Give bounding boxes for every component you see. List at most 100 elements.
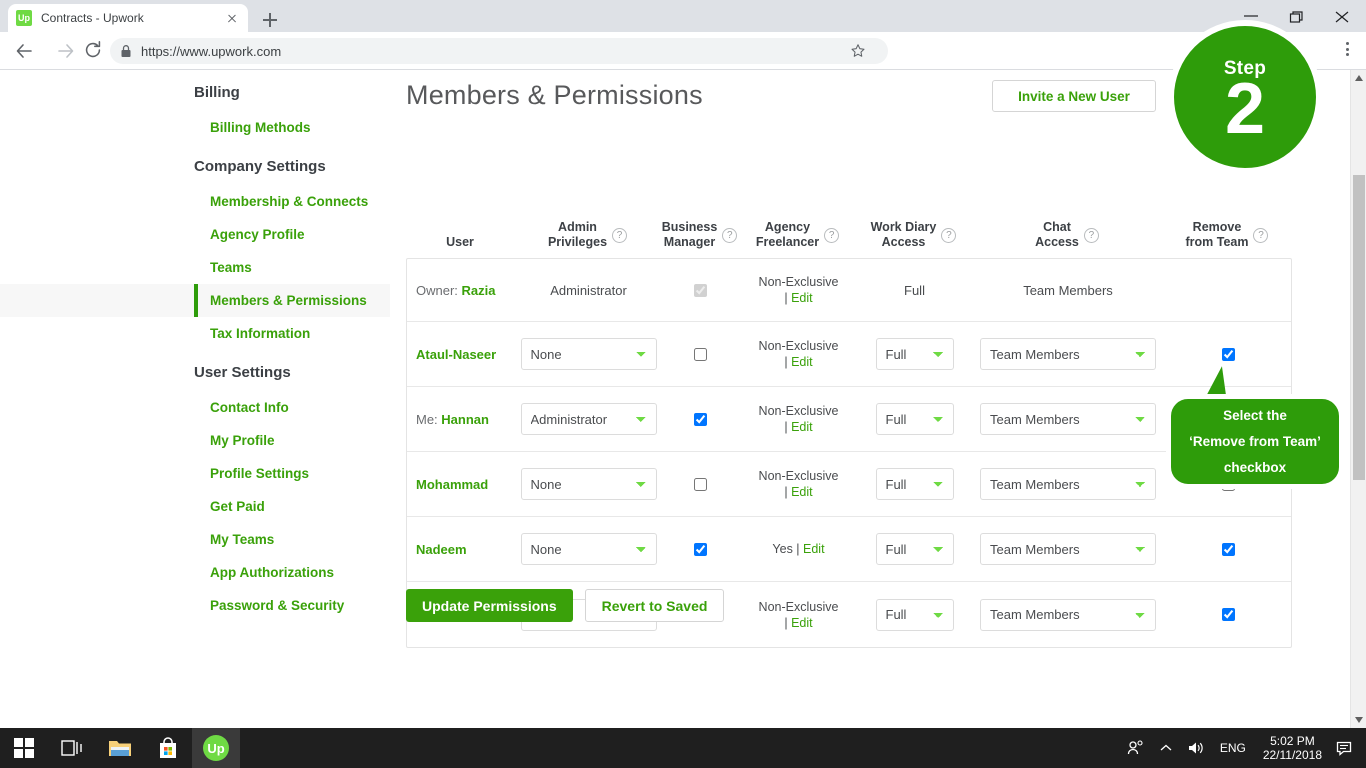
sidebar-heading-company-settings: Company Settings: [0, 144, 390, 185]
microsoft-store-button[interactable]: [144, 728, 192, 768]
chat-access-select[interactable]: Team MembersNone: [980, 533, 1156, 565]
kebab-menu-icon[interactable]: [1338, 42, 1356, 60]
table-row: MohammadNoneAdministratorNon-Exclusive| …: [407, 452, 1291, 517]
url-text: https://www.upwork.com: [141, 44, 281, 59]
admin-privileges-select[interactable]: NoneAdministrator: [521, 338, 657, 370]
column-header-label: AdminPrivileges: [548, 220, 607, 250]
agency-freelancer-value: Non-Exclusive| Edit: [759, 338, 839, 370]
user-cell: Me: Hannan: [407, 412, 515, 427]
admin-privileges-select[interactable]: NoneAdministrator: [521, 533, 657, 565]
close-icon[interactable]: [1320, 0, 1366, 32]
callout-line-3: checkbox: [1189, 455, 1321, 481]
volume-icon[interactable]: [1181, 728, 1211, 768]
sidebar-item-password-security[interactable]: Password & Security: [0, 589, 390, 622]
chat-access-select[interactable]: Team MembersNone: [980, 338, 1156, 370]
sidebar-item-tax-information[interactable]: Tax Information: [0, 317, 390, 350]
business-manager-checkbox[interactable]: [694, 413, 707, 426]
file-explorer-button[interactable]: [96, 728, 144, 768]
sidebar-item-profile-settings[interactable]: Profile Settings: [0, 457, 390, 490]
admin-privileges-select[interactable]: NoneAdministrator: [521, 468, 657, 500]
scroll-down-icon[interactable]: [1351, 712, 1366, 728]
sidebar-item-membership-connects[interactable]: Membership & Connects: [0, 185, 390, 218]
scroll-up-icon[interactable]: [1351, 70, 1366, 86]
remove-from-team-checkbox[interactable]: [1222, 543, 1235, 556]
work-diary-access-select[interactable]: FullNone: [876, 599, 954, 631]
chat-access-select[interactable]: Team MembersNone: [980, 403, 1156, 435]
upwork-window-button[interactable]: Up: [192, 728, 240, 768]
user-cell: Nadeem: [407, 542, 515, 557]
sidebar-item-billing-methods[interactable]: Billing Methods: [0, 111, 390, 144]
callout-line-2: ‘Remove from Team’: [1189, 429, 1321, 455]
chat-access-cell: Team MembersNone: [971, 468, 1165, 500]
task-view-button[interactable]: [48, 728, 96, 768]
sidebar-item-members-permissions[interactable]: Members & Permissions: [0, 284, 390, 317]
user-cell: Mohammad: [407, 477, 515, 492]
update-permissions-button[interactable]: Update Permissions: [406, 589, 573, 622]
browser-titlebar: Up Contracts - Upwork: [0, 0, 1366, 32]
page-scrollbar[interactable]: [1350, 70, 1366, 728]
help-icon[interactable]: ?: [1253, 228, 1268, 243]
bookmark-star-icon[interactable]: [845, 38, 871, 64]
back-arrow-icon[interactable]: [12, 39, 36, 63]
admin-privileges-select[interactable]: NoneAdministrator: [521, 403, 657, 435]
work-diary-access-select[interactable]: FullNone: [876, 533, 954, 565]
settings-sidebar: Billing Billing Methods Company Settings…: [0, 70, 390, 728]
restore-icon[interactable]: [1274, 0, 1320, 32]
admin-privileges-cell: NoneAdministrator: [515, 338, 662, 370]
scrollbar-thumb[interactable]: [1353, 175, 1365, 480]
work-diary-access-select[interactable]: FullNone: [876, 468, 954, 500]
user-prefix: Me:: [416, 412, 441, 427]
start-button[interactable]: [0, 728, 48, 768]
business-manager-checkbox[interactable]: [694, 478, 707, 491]
browser-tab[interactable]: Up Contracts - Upwork: [8, 4, 248, 32]
remove-from-team-checkbox[interactable]: [1222, 608, 1235, 621]
business-manager-cell: [662, 413, 739, 426]
sidebar-item-teams[interactable]: Teams: [0, 251, 390, 284]
chat-access-cell: Team MembersNone: [971, 403, 1165, 435]
table-row: Me: HannanNoneAdministratorNon-Exclusive…: [407, 387, 1291, 452]
table-header-row: UserAdminPrivileges?BusinessManager?Agen…: [406, 200, 1292, 258]
business-manager-checkbox[interactable]: [694, 543, 707, 556]
revert-to-saved-button[interactable]: Revert to Saved: [585, 589, 725, 622]
new-tab-icon[interactable]: [258, 8, 282, 32]
help-icon[interactable]: ?: [612, 228, 627, 243]
agency-edit-link[interactable]: Edit: [791, 616, 813, 630]
sidebar-item-app-authorizations[interactable]: App Authorizations: [0, 556, 390, 589]
help-icon[interactable]: ?: [824, 228, 839, 243]
help-icon[interactable]: ?: [941, 228, 956, 243]
forward-arrow-icon[interactable]: [54, 39, 78, 63]
agency-edit-link[interactable]: Edit: [791, 420, 813, 434]
chat-access-select[interactable]: Team MembersNone: [980, 468, 1156, 500]
people-icon[interactable]: [1121, 728, 1151, 768]
sidebar-item-my-teams[interactable]: My Teams: [0, 523, 390, 556]
user-prefix: Owner:: [416, 283, 462, 298]
work-diary-access-select[interactable]: FullNone: [876, 403, 954, 435]
business-manager-checkbox[interactable]: [694, 348, 707, 361]
help-icon[interactable]: ?: [1084, 228, 1099, 243]
language-indicator[interactable]: ENG: [1211, 741, 1255, 755]
column-header-label: Removefrom Team: [1186, 220, 1249, 250]
invite-a-new-user-button[interactable]: Invite a New User: [992, 80, 1156, 112]
agency-edit-link[interactable]: Edit: [791, 291, 813, 305]
sidebar-item-my-profile[interactable]: My Profile: [0, 424, 390, 457]
chat-access-select[interactable]: Team MembersNone: [980, 599, 1156, 631]
show-hidden-icons-icon[interactable]: [1151, 728, 1181, 768]
close-tab-icon[interactable]: [224, 10, 240, 26]
admin-privileges-cell: Administrator: [515, 283, 662, 298]
remove-from-team-checkbox[interactable]: [1222, 348, 1235, 361]
agency-edit-link[interactable]: Edit: [791, 485, 813, 499]
agency-freelancer-value: Yes | Edit: [772, 541, 824, 557]
sidebar-item-agency-profile[interactable]: Agency Profile: [0, 218, 390, 251]
agency-edit-link[interactable]: Edit: [791, 355, 813, 369]
work-diary-access-select[interactable]: FullNone: [876, 338, 954, 370]
sidebar-item-contact-info[interactable]: Contact Info: [0, 391, 390, 424]
column-header-label: User: [446, 235, 474, 250]
taskbar-clock[interactable]: 5:02 PM 22/11/2018: [1255, 734, 1330, 762]
address-bar[interactable]: https://www.upwork.com: [110, 38, 888, 64]
help-icon[interactable]: ?: [722, 228, 737, 243]
agency-freelancer-value: Non-Exclusive| Edit: [759, 599, 839, 631]
reload-icon[interactable]: [82, 39, 106, 63]
action-center-icon[interactable]: [1330, 728, 1360, 768]
sidebar-item-get-paid[interactable]: Get Paid: [0, 490, 390, 523]
agency-edit-link[interactable]: Edit: [803, 542, 825, 556]
